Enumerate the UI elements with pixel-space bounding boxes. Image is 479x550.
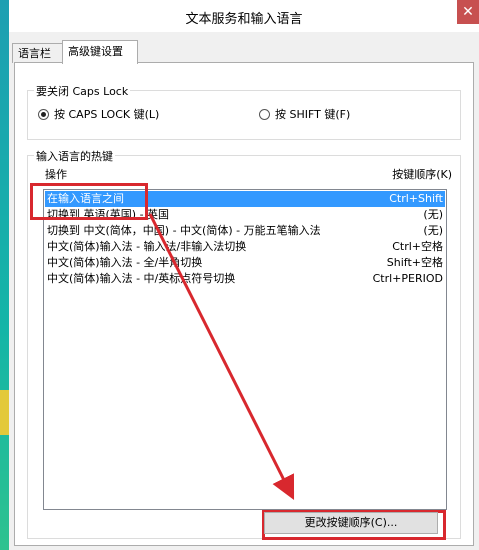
radio-unselected-icon	[259, 108, 270, 120]
title-bar: 文本服务和输入语言 ✕	[9, 0, 479, 32]
caps-lock-group: 要关闭 Caps Lock 按 CAPS LOCK 键(L) 按 SHIFT 键…	[27, 83, 461, 140]
close-icon: ✕	[462, 4, 474, 20]
hotkey-group: 输入语言的热键 操作 按键顺序(K) 在输入语言之间 Ctrl+Shift 切换…	[27, 148, 461, 539]
list-item[interactable]: 中文(简体)输入法 - 全/半角切换 Shift+空格	[45, 255, 445, 271]
list-item-keys: Shift+空格	[386, 256, 443, 269]
tab-panel: 要关闭 Caps Lock 按 CAPS LOCK 键(L) 按 SHIFT 键…	[14, 62, 474, 546]
list-item[interactable]: 切换到 英语(英国) - 英国 (无)	[45, 207, 445, 223]
tab-advanced-key-settings[interactable]: 高级键设置	[62, 40, 138, 64]
tab-language-bar[interactable]: 语言栏	[12, 43, 64, 63]
dialog-window: 文本服务和输入语言 ✕ 语言栏 高级键设置 要关闭 Caps Lock 按 CA…	[9, 0, 479, 550]
desktop-background	[0, 0, 9, 550]
list-item-keys: Ctrl+空格	[392, 240, 443, 253]
list-item-action: 在输入语言之间	[47, 192, 124, 205]
list-item-action: 中文(简体)输入法 - 中/英标点符号切换	[47, 272, 236, 285]
radio-label: 按 CAPS LOCK 键(L)	[54, 108, 160, 121]
hotkey-list[interactable]: 在输入语言之间 Ctrl+Shift 切换到 英语(英国) - 英国 (无) 切…	[43, 189, 447, 510]
list-item[interactable]: 中文(简体)输入法 - 中/英标点符号切换 Ctrl+PERIOD	[45, 271, 445, 287]
list-item-action: 中文(简体)输入法 - 输入法/非输入法切换	[47, 240, 247, 253]
radio-shift-key[interactable]: 按 SHIFT 键(F)	[259, 106, 350, 122]
list-item[interactable]: 切换到 中文(简体，中国) - 中文(简体) - 万能五笔输入法 (无)	[45, 223, 445, 239]
list-item-keys: (无)	[423, 208, 443, 221]
hotkey-legend: 输入语言的热键	[34, 148, 115, 164]
change-key-sequence-button[interactable]: 更改按键顺序(C)...	[264, 512, 438, 534]
list-item-keys: Ctrl+Shift	[389, 192, 443, 205]
list-item-action: 中文(简体)输入法 - 全/半角切换	[47, 256, 203, 269]
list-item-action: 切换到 英语(英国) - 英国	[47, 208, 170, 221]
caps-lock-legend: 要关闭 Caps Lock	[34, 83, 131, 99]
window-title: 文本服务和输入语言	[185, 12, 303, 27]
desktop-window-edge	[0, 390, 9, 435]
close-button[interactable]: ✕	[457, 0, 479, 24]
list-item-keys: (无)	[423, 224, 443, 237]
column-header-action: 操作	[45, 168, 67, 181]
radio-label: 按 SHIFT 键(F)	[275, 108, 351, 121]
radio-selected-icon	[38, 108, 49, 120]
list-item[interactable]: 在输入语言之间 Ctrl+Shift	[45, 191, 445, 207]
column-header-key-sequence: 按键顺序(K)	[392, 168, 452, 181]
radio-caps-lock-key[interactable]: 按 CAPS LOCK 键(L)	[38, 106, 159, 122]
list-item-action: 切换到 中文(简体，中国) - 中文(简体) - 万能五笔输入法	[47, 224, 321, 237]
list-item[interactable]: 中文(简体)输入法 - 输入法/非输入法切换 Ctrl+空格	[45, 239, 445, 255]
list-item-keys: Ctrl+PERIOD	[372, 272, 443, 285]
